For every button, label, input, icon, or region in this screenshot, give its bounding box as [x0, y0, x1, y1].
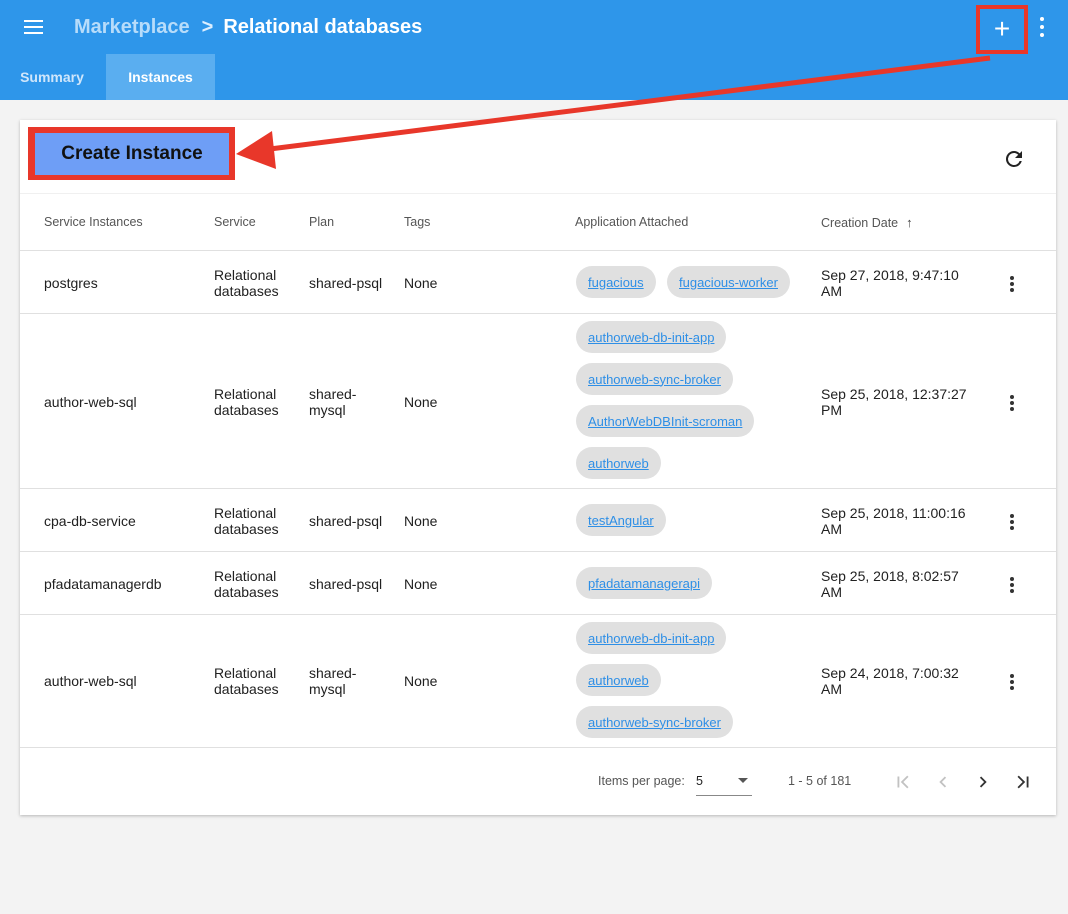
create-instance-button[interactable]: Create Instance	[32, 130, 232, 178]
plus-icon[interactable]: +	[980, 8, 1024, 50]
app-chip[interactable]: authorweb-sync-broker	[576, 363, 733, 395]
tags-value: None	[404, 394, 438, 410]
tab-bar: Summary Instances	[0, 54, 215, 100]
plan-name: shared-psql	[309, 513, 383, 529]
tags-value: None	[404, 576, 438, 592]
app-chip[interactable]: authorweb	[576, 447, 661, 479]
creation-date: Sep 25, 2018, 12:37:27 PM	[821, 386, 967, 418]
service-name: Relational databases	[214, 267, 279, 299]
dropdown-caret-icon	[738, 778, 748, 783]
tags-value: None	[404, 673, 438, 689]
first-page-icon[interactable]	[892, 770, 914, 794]
plan-name: shared-mysql	[309, 386, 357, 418]
creation-date: Sep 25, 2018, 11:00:16 AM	[821, 505, 966, 537]
app-chip[interactable]: fugacious	[576, 266, 656, 298]
paginator: Items per page: 5 1 - 5 of 181	[20, 748, 1056, 815]
creation-date: Sep 27, 2018, 9:47:10 AM	[821, 267, 959, 299]
service-name: Relational databases	[214, 505, 279, 537]
column-header-creation-date[interactable]: Creation Date ↑	[821, 215, 913, 230]
row-menu-icon[interactable]	[1008, 512, 1016, 532]
breadcrumb-separator: >	[201, 15, 214, 38]
instance-name: cpa-db-service	[44, 513, 136, 529]
arrow-up-icon: ↑	[906, 215, 913, 230]
table-row[interactable]: postgres Relational databases shared-psq…	[20, 251, 1056, 314]
column-header-application-attached[interactable]: Application Attached	[575, 215, 688, 229]
column-header-plan[interactable]: Plan	[309, 215, 334, 229]
row-menu-icon[interactable]	[1008, 274, 1016, 294]
page-size-select[interactable]: 5	[696, 774, 752, 796]
plan-name: shared-mysql	[309, 665, 357, 697]
menu-icon[interactable]	[22, 16, 46, 38]
page-range: 1 - 5 of 181	[788, 774, 852, 788]
instance-name: author-web-sql	[44, 394, 137, 410]
column-header-service-instances[interactable]: Service Instances	[44, 215, 143, 229]
row-menu-icon[interactable]	[1008, 393, 1016, 413]
tags-value: None	[404, 275, 438, 291]
plan-name: shared-psql	[309, 576, 383, 592]
table-row[interactable]: author-web-sql Relational databases shar…	[20, 314, 1056, 489]
service-name: Relational databases	[214, 568, 279, 600]
table-header: Service Instances Service Plan Tags Appl…	[20, 193, 1056, 251]
instance-name: postgres	[44, 275, 98, 291]
table-row[interactable]: author-web-sql Relational databases shar…	[20, 615, 1056, 748]
app-chip[interactable]: fugacious-worker	[667, 266, 790, 298]
plan-name: shared-psql	[309, 275, 383, 291]
more-vert-icon[interactable]	[1032, 14, 1052, 40]
service-name: Relational databases	[214, 665, 279, 697]
app-chip[interactable]: authorweb-db-init-app	[576, 622, 727, 654]
breadcrumb: Marketplace > Relational databases	[74, 14, 422, 40]
page-title: Relational databases	[223, 15, 423, 38]
instance-name: pfadatamanagerdb	[44, 576, 162, 592]
instances-card: Create Instance Service Instances Servic…	[20, 120, 1056, 815]
app-chip[interactable]: authorweb-db-init-app	[576, 321, 727, 353]
column-header-creation-date-label: Creation Date	[821, 216, 899, 230]
table-row[interactable]: cpa-db-service Relational databases shar…	[20, 489, 1056, 552]
instance-name: author-web-sql	[44, 673, 137, 689]
row-menu-icon[interactable]	[1008, 672, 1016, 692]
app-chip[interactable]: AuthorWebDBInit-scroman	[576, 405, 755, 437]
app-chip[interactable]: testAngular	[576, 504, 666, 536]
table-row[interactable]: pfadatamanagerdb Relational databases sh…	[20, 552, 1056, 615]
app-chip[interactable]: authorweb	[576, 664, 661, 696]
app-chip[interactable]: authorweb-sync-broker	[576, 706, 733, 738]
chevron-left-icon[interactable]	[932, 770, 954, 794]
row-menu-icon[interactable]	[1008, 575, 1016, 595]
chevron-right-icon[interactable]	[972, 770, 994, 794]
column-header-service[interactable]: Service	[214, 215, 256, 229]
tab-summary[interactable]: Summary	[0, 54, 104, 100]
app-bar: Marketplace > Relational databases + Sum…	[0, 0, 1068, 100]
page-size-value: 5	[696, 774, 703, 788]
breadcrumb-marketplace[interactable]: Marketplace	[74, 16, 190, 39]
last-page-icon[interactable]	[1012, 770, 1034, 794]
items-per-page-label: Items per page:	[598, 774, 685, 788]
column-header-tags[interactable]: Tags	[404, 215, 430, 229]
refresh-icon[interactable]	[1002, 147, 1026, 171]
tags-value: None	[404, 513, 438, 529]
app-chip[interactable]: pfadatamanagerapi	[576, 567, 713, 599]
creation-date: Sep 25, 2018, 8:02:57 AM	[821, 568, 959, 600]
service-name: Relational databases	[214, 386, 279, 418]
creation-date: Sep 24, 2018, 7:00:32 AM	[821, 665, 959, 697]
tab-instances[interactable]: Instances	[106, 54, 215, 100]
